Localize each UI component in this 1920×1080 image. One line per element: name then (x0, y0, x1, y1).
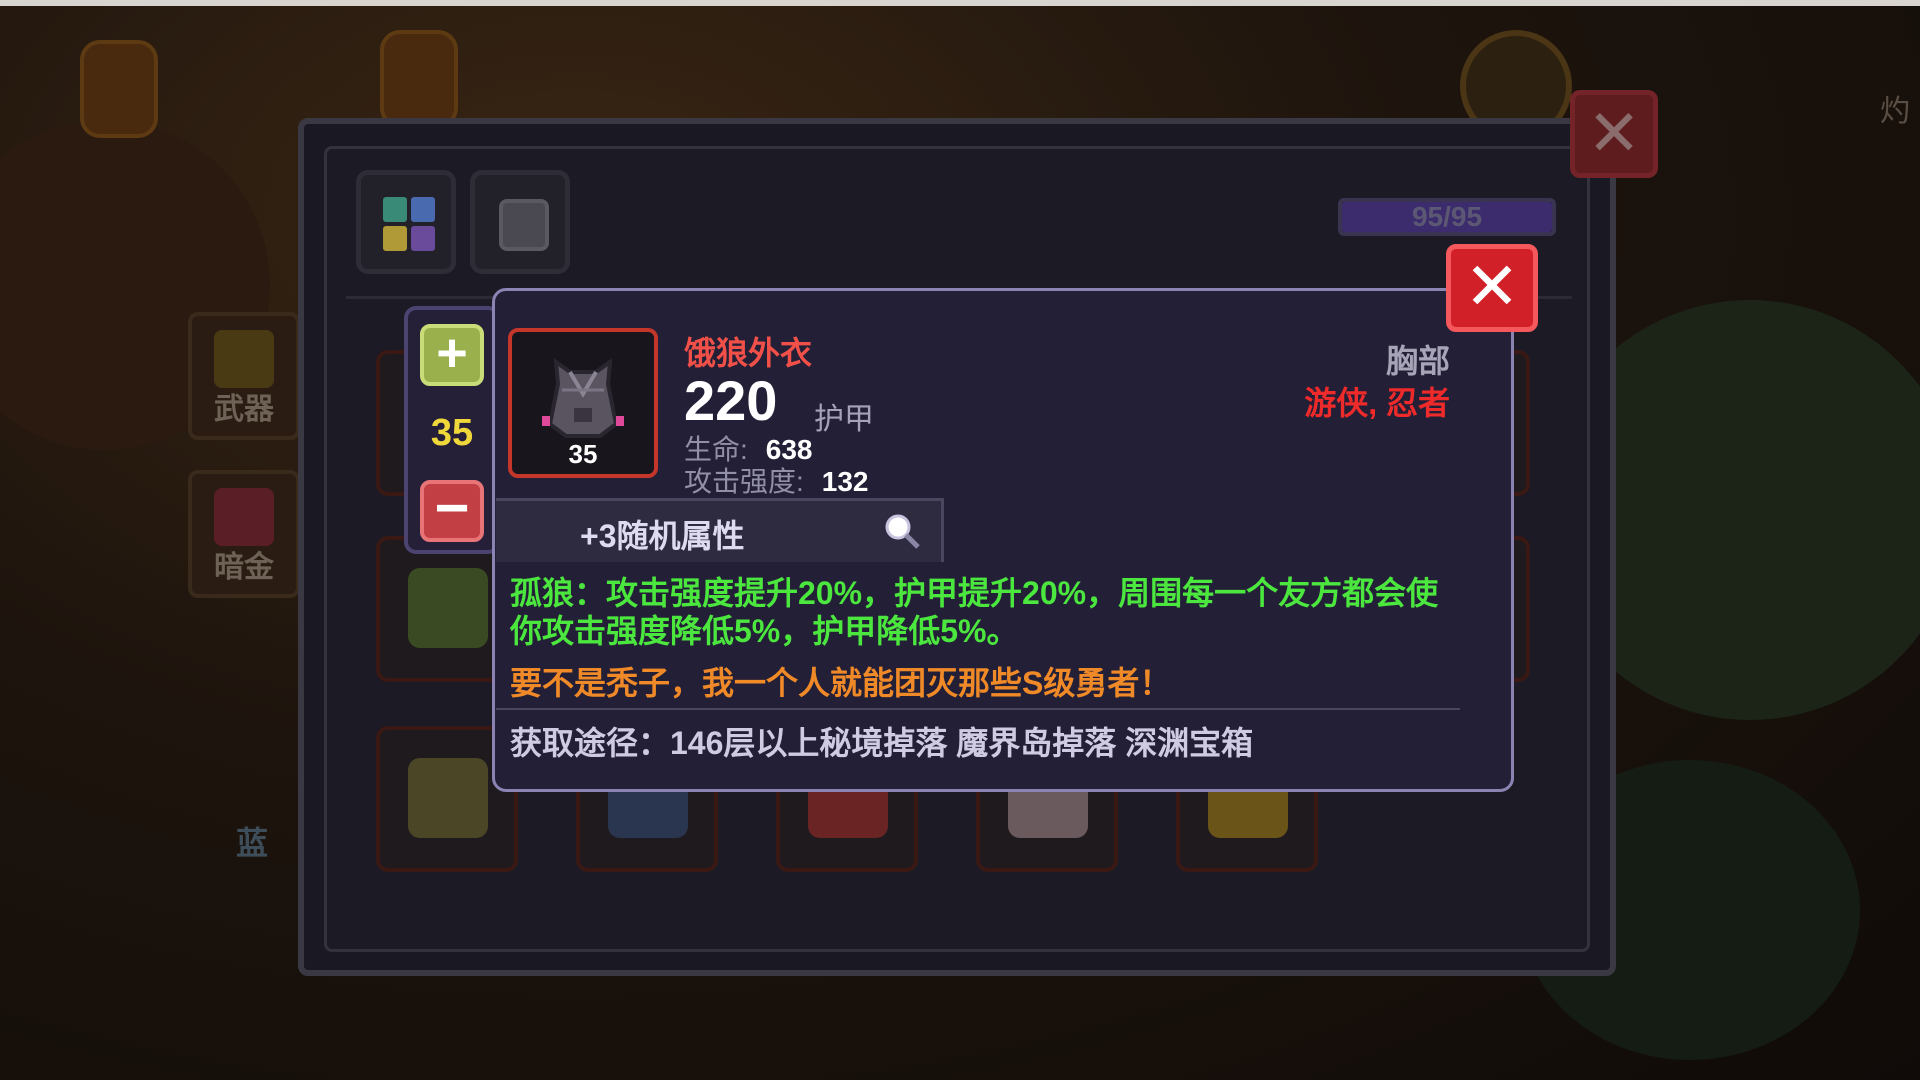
tab-all-items[interactable] (356, 170, 456, 274)
weapon-icon (214, 330, 274, 388)
plus-icon: + (436, 323, 468, 383)
tooltip-divider (496, 708, 1460, 710)
item-level-badge: 35 (568, 439, 598, 469)
inventory-close-button[interactable]: ✕ (1570, 90, 1658, 178)
armor-icon (499, 199, 549, 251)
side-tab-label: 暗金 (214, 551, 274, 584)
side-tab-label: 武器 (214, 393, 274, 426)
armor-item-icon (408, 568, 488, 648)
level-increase-button[interactable]: + (420, 324, 484, 386)
item-class-restriction: 游侠, 忍者 (1304, 385, 1450, 421)
stat-row: 攻击强度: 132 (684, 460, 869, 500)
side-tab-weapon: 武器 (188, 312, 300, 440)
magnifier-icon[interactable] (882, 511, 922, 551)
item-effect-text: 孤狼：攻击强度提升20%，护甲提升20%，周围每一个友方都会使你攻击强度降低5%… (510, 575, 1439, 649)
capacity-text: 95/95 (1411, 201, 1483, 232)
top-edge-bar (0, 0, 1920, 6)
item-flavor-text: 要不是秃子，我一个人就能团灭那些S级勇者！ (510, 665, 1172, 701)
item-source-text: 获取途径：146层以上秘境掉落 魔界岛掉落 深渊宝箱 (510, 725, 1254, 761)
level-decrease-button[interactable]: − (420, 478, 484, 542)
all-items-grid-icon (383, 197, 435, 251)
tab-armor[interactable] (470, 170, 570, 274)
close-icon: ✕ (1587, 97, 1641, 169)
item-icon-frame: 35 (508, 328, 658, 478)
side-tab-dark-gold: 暗金 (188, 470, 300, 598)
item-equip-slot: 胸部 (1385, 343, 1450, 379)
level-value: 35 (430, 412, 474, 454)
minus-icon: − (434, 474, 470, 541)
level-stepper: + 35 − (404, 306, 500, 554)
dark-gold-icon (214, 488, 274, 546)
lantern-decoration (80, 40, 158, 138)
stat-value: 132 (821, 466, 869, 497)
random-attributes-label: +3随机属性 (580, 518, 745, 554)
item-armor-value: 220 (684, 369, 778, 432)
close-icon: ✕ (1464, 249, 1520, 323)
background-label: 灼 (1880, 95, 1910, 128)
armor-item-icon (408, 758, 488, 838)
tooltip-close-button[interactable]: ✕ (1446, 244, 1538, 332)
background-label: 蓝 (236, 825, 269, 861)
inventory-capacity-bar: 95/95 (1338, 198, 1556, 236)
random-attributes-bar[interactable]: +3随机属性 (496, 498, 944, 562)
stat-label: 攻击强度: (684, 466, 804, 497)
item-armor-label: 护甲 (814, 403, 874, 436)
lantern-decoration (380, 30, 458, 128)
